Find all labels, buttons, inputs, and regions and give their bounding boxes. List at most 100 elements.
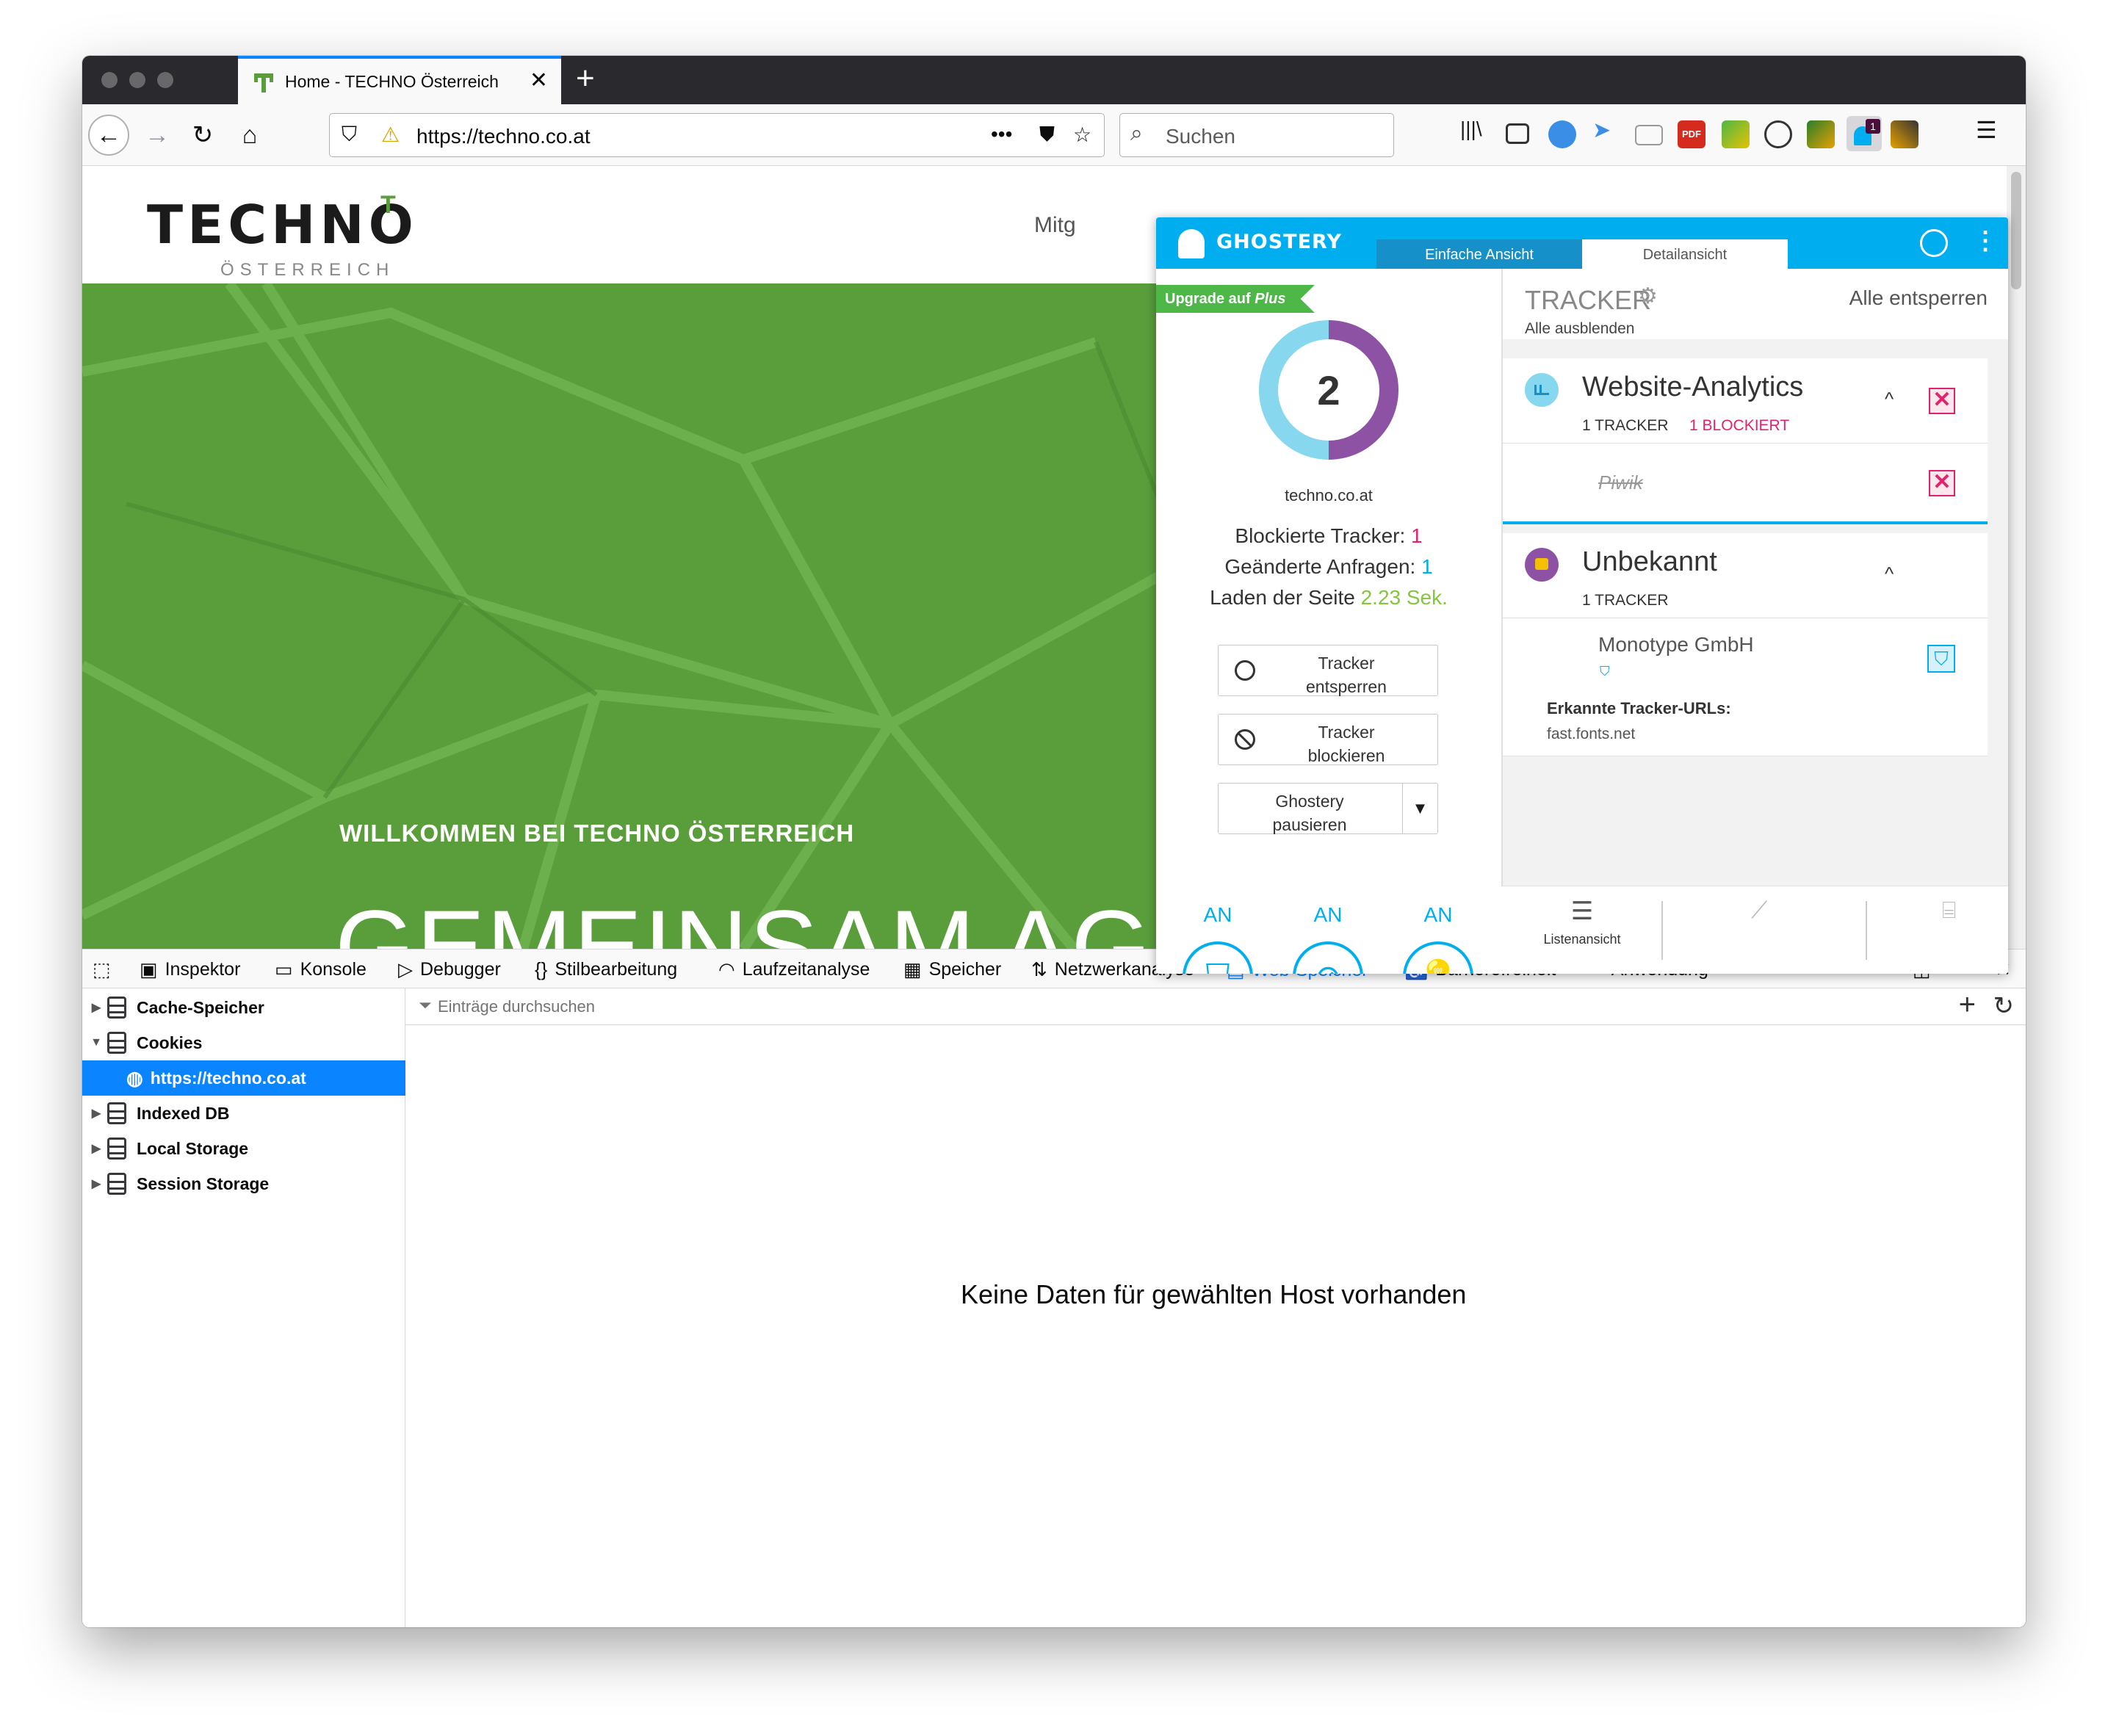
page-actions-icon[interactable]: ••• <box>991 123 1012 146</box>
forward-button[interactable]: → <box>137 115 178 156</box>
menu-icon[interactable]: ☰ <box>1976 116 2004 144</box>
blocked-stat: Blockierte Tracker: 1 <box>1235 524 1423 547</box>
expand-arrow-icon[interactable]: ▶ <box>85 1141 107 1156</box>
block-category-icon[interactable]: ✕ <box>1929 388 1955 414</box>
extension-ufo-icon[interactable] <box>1891 120 1919 148</box>
bookmark-star-icon[interactable]: ☆ <box>1073 123 1091 147</box>
hide-all-link[interactable]: Alle ausblenden <box>1525 320 1634 338</box>
tab-title: Home - TECHNO Österreich <box>285 72 499 91</box>
upgrade-banner[interactable]: Upgrade auf Plus <box>1156 285 1315 313</box>
refresh-icon[interactable]: ↻ <box>1993 991 2015 1021</box>
list-view-label: Listenansicht <box>1543 932 1621 947</box>
search-box[interactable]: ⌕ Suchen <box>1119 113 1394 157</box>
tree-item-cache[interactable]: ▶ Cache-Speicher <box>82 990 405 1025</box>
tab-speicher[interactable]: ▦ Speicher <box>903 950 1001 989</box>
category-website-analytics[interactable]: Website-Analytics 1 TRACKER 1 BLOCKIERT … <box>1503 358 1988 444</box>
techno-favicon-icon <box>254 73 273 93</box>
extension-pen-icon[interactable] <box>1807 120 1835 148</box>
rewards-gift-icon[interactable]: ⌸ <box>1942 897 1956 925</box>
maximize-window-dot[interactable] <box>157 72 173 88</box>
tracker-list: TRACKER ⚙ Alle entsperren Alle ausblende… <box>1501 269 2008 974</box>
collapse-arrow-icon[interactable]: ▼ <box>85 1036 107 1049</box>
tab-stilbearbeitung[interactable]: {} Stilbearbeitung <box>535 950 677 989</box>
scrollbar-thumb[interactable] <box>2011 172 2021 289</box>
trust-site-button[interactable]: Tracker entsperren <box>1218 645 1438 696</box>
enhanced-anti-tracking-icon[interactable]: ⛉ <box>1183 941 1253 974</box>
back-button[interactable]: ← <box>88 115 129 156</box>
pocket-icon[interactable]: ⛊ <box>1039 123 1055 147</box>
ghostery-summary: Upgrade auf Plus 2 techno.co.at Blockier… <box>1156 269 1501 974</box>
tab-techno[interactable]: Home - TECHNO Österreich ✕ <box>238 56 561 104</box>
expand-arrow-icon[interactable]: ▶ <box>85 1000 107 1015</box>
collapse-chevron-icon[interactable]: ^ <box>1885 388 1894 411</box>
category-unbekannt[interactable]: Unbekannt 1 TRACKER ^ <box>1503 533 1988 618</box>
tree-item-indexeddb[interactable]: ▶ Indexed DB <box>82 1096 405 1131</box>
tab-inspektor[interactable]: ▣ Inspektor <box>140 950 240 989</box>
tab-konsole[interactable]: ▭ Konsole <box>275 950 367 989</box>
storage-tree: ▶ Cache-Speicher ▼ Cookies ◍ https://techno… <box>82 988 405 1627</box>
storage-db-icon <box>107 1032 126 1054</box>
extension-chart-icon[interactable] <box>1722 120 1750 148</box>
history-chart-icon[interactable]: ⟋ <box>1751 897 1767 925</box>
extension-pdf-icon[interactable]: PDF <box>1678 120 1705 148</box>
element-picker-icon[interactable]: ⬚ <box>93 950 111 989</box>
extension-window-icon[interactable] <box>1635 125 1663 145</box>
trust-tracker-icon[interactable]: ⛉ <box>1927 645 1955 673</box>
tree-item-localstorage[interactable]: ▶ Local Storage <box>82 1131 405 1166</box>
ghostery-menu-icon[interactable]: ⋮ <box>1973 226 1998 256</box>
block-tracker-icon[interactable]: ✕ <box>1929 470 1955 496</box>
tab-simple-view[interactable]: Einfache Ansicht <box>1376 239 1582 269</box>
tree-item-host[interactable]: ◍ https://techno.co.at <box>82 1060 405 1096</box>
techno-logo[interactable]: TECHNO T ÖSTERREICH <box>147 191 418 280</box>
library-icon[interactable]: |||\ <box>1460 117 1488 145</box>
footer-divider <box>1661 901 1663 960</box>
tab-detail-view[interactable]: Detailansicht <box>1582 239 1788 269</box>
collapse-chevron-icon[interactable]: ^ <box>1885 563 1894 585</box>
lock-warning-icon[interactable]: ⚠ <box>381 123 400 147</box>
pause-dropdown-icon[interactable]: ▼ <box>1402 784 1437 833</box>
close-window-dot[interactable] <box>101 72 118 88</box>
tracker-url: fast.fonts.net <box>1547 726 1636 742</box>
new-tab-icon[interactable]: + <box>576 60 595 97</box>
close-tab-icon[interactable]: ✕ <box>530 68 548 93</box>
add-item-icon[interactable]: + <box>1959 988 1976 1021</box>
page-scrollbar[interactable] <box>2007 166 2026 949</box>
console-icon: ▭ <box>275 958 293 980</box>
tracker-piwik[interactable]: Piwik ✕ <box>1503 444 1988 524</box>
reload-button[interactable]: ↻ <box>182 115 223 156</box>
nav-link-partial[interactable]: Mitg <box>1034 213 1076 238</box>
home-button[interactable]: ⌂ <box>229 115 270 156</box>
url-text[interactable]: https://techno.co.at <box>416 125 591 148</box>
minimize-window-dot[interactable] <box>129 72 145 88</box>
tab-debugger[interactable]: ▷ Debugger <box>398 950 501 989</box>
shield-icon[interactable]: ⛉ <box>342 123 357 147</box>
tracker-name: Monotype GmbH <box>1598 633 1754 656</box>
ghostery-popup: GHOSTERY Einfache Ansicht Detailansicht … <box>1156 217 2008 974</box>
sidebar-icon[interactable] <box>1506 123 1529 144</box>
tab-bar: Home - TECHNO Österreich ✕ + <box>82 56 2026 104</box>
tree-item-sessionstorage[interactable]: ▶ Session Storage <box>82 1166 405 1201</box>
unblock-all-link[interactable]: Alle entsperren <box>1849 286 1988 310</box>
tree-item-cookies[interactable]: ▼ Cookies <box>82 1025 405 1060</box>
extension-account-icon[interactable] <box>1764 120 1792 148</box>
account-icon[interactable] <box>1920 229 1948 257</box>
expand-arrow-icon[interactable]: ▶ <box>85 1106 107 1121</box>
filter-input[interactable]: Einträge durchsuchen <box>438 997 595 1016</box>
list-view-tab[interactable]: ☰ Listenansicht <box>1501 886 1663 974</box>
restrict-site-button[interactable]: Tracker blockieren <box>1218 714 1438 765</box>
smart-blocking-icon[interactable]: 💡 <box>1403 941 1473 974</box>
ghostery-extension-button[interactable]: 1 <box>1847 116 1882 151</box>
trusted-shield-icon: ⛉ <box>1600 664 1610 679</box>
url-bar[interactable]: ⛉ ⚠ https://techno.co.at ••• ⛊ ☆ <box>329 113 1105 157</box>
extension-globe-icon[interactable] <box>1548 120 1576 148</box>
footer-divider <box>1866 901 1867 960</box>
network-icon: ⇅ <box>1031 958 1047 980</box>
logo-sub: ÖSTERREICH <box>220 260 395 280</box>
settings-gear-icon[interactable]: ⚙ <box>1638 283 1658 309</box>
pause-button[interactable]: Ghostery pausieren ▼ <box>1218 783 1438 834</box>
ad-blocking-icon[interactable]: ⊘ <box>1293 941 1363 974</box>
tracker-monotype[interactable]: Monotype GmbH ⛉ ⛉ Erkannte Tracker-URLs:… <box>1503 618 1988 756</box>
extension-cursor-icon[interactable]: ➤ <box>1592 117 1620 145</box>
expand-arrow-icon[interactable]: ▶ <box>85 1176 107 1191</box>
tab-laufzeitanalyse[interactable]: ◠ Laufzeitanalyse <box>718 950 870 989</box>
